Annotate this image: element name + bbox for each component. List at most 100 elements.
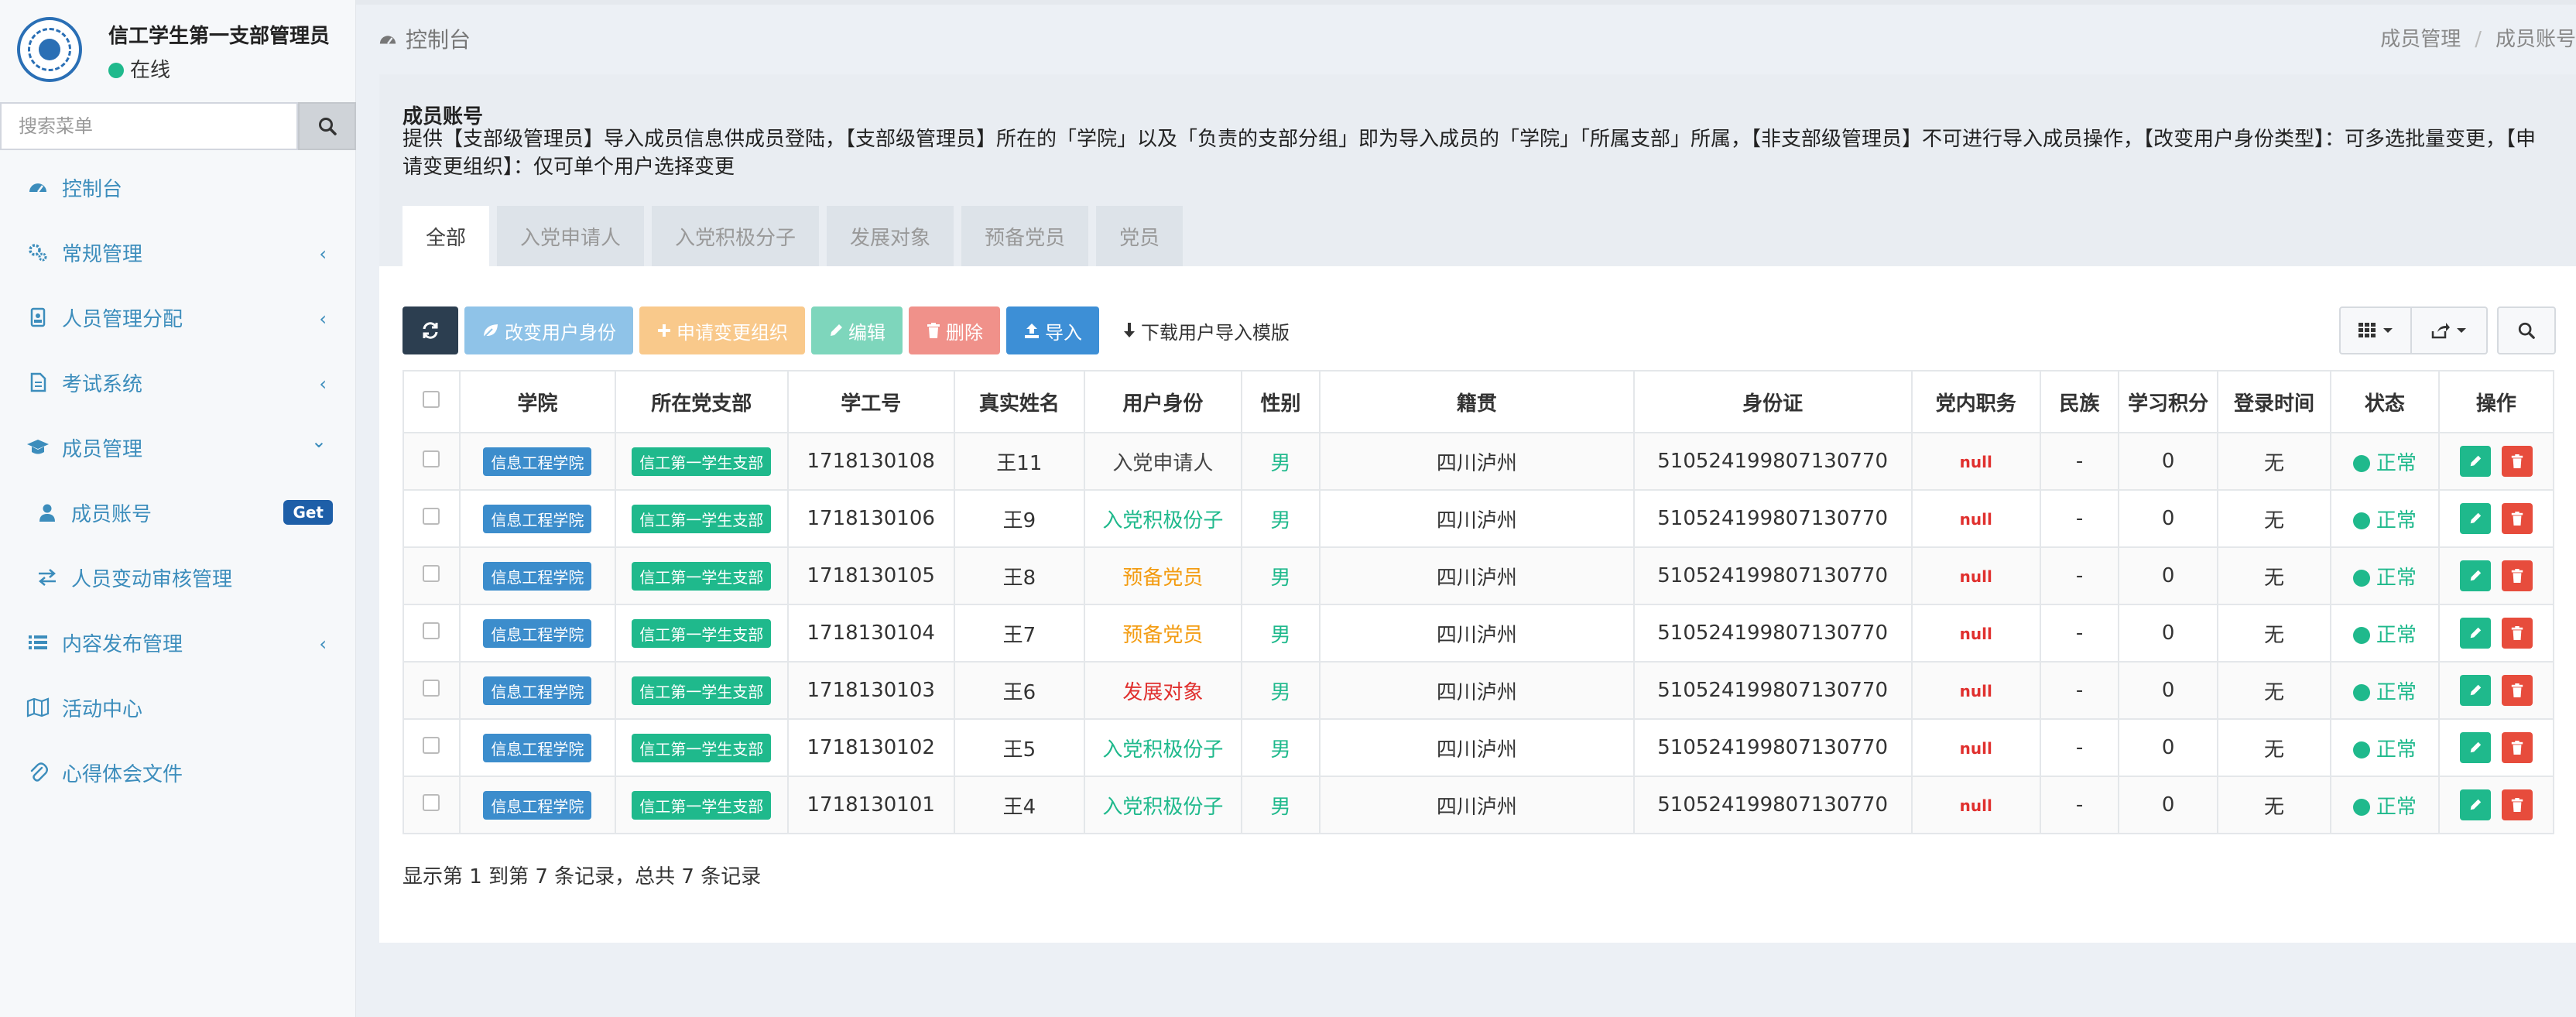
row-edit-button[interactable] [2459, 560, 2491, 591]
column-header[interactable]: 籍贯 [1319, 370, 1635, 433]
column-header[interactable]: 党内职务 [1910, 370, 2041, 433]
user-role-cell: 预备党员 [1084, 546, 1242, 605]
edit-button[interactable]: 编辑 [811, 306, 903, 354]
row-delete-button[interactable] [2502, 503, 2533, 534]
row-delete-button[interactable] [2502, 732, 2533, 763]
row-checkbox[interactable] [423, 680, 440, 697]
change-role-button[interactable]: 改变用户身份 [464, 306, 633, 354]
tab-party-member[interactable]: 党员 [1096, 206, 1184, 266]
columns-toggle-button[interactable] [2339, 306, 2412, 354]
sidebar-item-experience-files[interactable]: 心得体会文件 [0, 740, 356, 805]
tab-probationary-member[interactable]: 预备党员 [961, 206, 1089, 266]
sidebar-item-members[interactable]: 成员管理 ⌄ [0, 415, 356, 480]
menu-search-input[interactable] [0, 102, 298, 150]
row-delete-button[interactable] [2502, 675, 2533, 706]
student-id-cell: 1718130108 [786, 432, 955, 491]
breadcrumb-item[interactable]: 成员管理 [2380, 28, 2461, 51]
branch-cell: 信工第一学生支部 [614, 718, 789, 777]
import-button[interactable]: 导入 [1006, 306, 1099, 354]
menu-search-button[interactable] [298, 102, 356, 150]
column-header[interactable]: 学工号 [786, 370, 955, 433]
pencil-icon [2470, 512, 2481, 524]
sidebar-item-dashboard[interactable]: 控制台 [0, 155, 356, 220]
party-duty-cell: null [1910, 661, 2041, 720]
row-delete-button[interactable] [2502, 618, 2533, 649]
branch-cell: 信工第一学生支部 [614, 489, 789, 548]
column-header[interactable]: 学院 [458, 370, 616, 433]
table-row[interactable]: 信息工程学院 信工第一学生支部 1718130104 王7 预备党员 男 四川泸… [402, 604, 2555, 663]
leaf-icon [481, 322, 500, 339]
tab-development-target[interactable]: 发展对象 [827, 206, 954, 266]
column-header[interactable]: 民族 [2039, 370, 2120, 433]
tab-all[interactable]: 全部 [402, 206, 490, 266]
export-icon [2431, 323, 2450, 339]
row-edit-button[interactable] [2459, 618, 2491, 649]
row-checkbox[interactable] [423, 794, 440, 811]
dashboard-icon [378, 29, 398, 48]
sidebar-item-content-publish[interactable]: 内容发布管理 ‹ [0, 610, 356, 675]
row-checkbox[interactable] [423, 622, 440, 639]
sidebar-menu: 控制台 常规管理 ‹ 人员管理分配 ‹ 考试系统 ‹ 成员管理 ⌄ 成员账号 G… [0, 155, 356, 805]
column-header[interactable]: 用户身份 [1084, 370, 1242, 433]
status-dot-icon [2352, 454, 2370, 472]
row-edit-button[interactable] [2459, 675, 2491, 706]
tab-activist[interactable]: 入党积极分子 [652, 206, 820, 266]
real-name-cell: 王6 [953, 661, 1086, 720]
breadcrumb-item: 成员账号 [2495, 28, 2576, 51]
export-button[interactable] [2412, 306, 2488, 354]
login-time-cell: 无 [2216, 661, 2331, 720]
sidebar-item-activity-center[interactable]: 活动中心 [0, 675, 356, 740]
members-table: 学院 所在党支部 学工号 真实姓名 用户身份 性别 籍贯 身份证 党内职务 民族… [402, 370, 2555, 834]
table-row[interactable]: 信息工程学院 信工第一学生支部 1718130102 王5 入党积极份子 男 四… [402, 718, 2555, 777]
college-label: 信息工程学院 [483, 733, 592, 762]
sidebar-item-exam[interactable]: 考试系统 ‹ [0, 350, 356, 415]
user-role-cell: 发展对象 [1084, 661, 1242, 720]
row-checkbox[interactable] [423, 450, 440, 467]
row-delete-button[interactable] [2502, 560, 2533, 591]
branch-cell: 信工第一学生支部 [614, 546, 789, 605]
sidebar-item-routine[interactable]: 常规管理 ‹ [0, 220, 356, 285]
college-label: 信息工程学院 [483, 618, 592, 648]
table-row[interactable]: 信息工程学院 信工第一学生支部 1718130106 王9 入党积极份子 男 四… [402, 489, 2555, 548]
column-header[interactable]: 性别 [1240, 370, 1321, 433]
tab-applicant[interactable]: 入党申请人 [497, 206, 645, 266]
delete-button[interactable]: 删除 [909, 306, 1000, 354]
sidebar-item-change-review[interactable]: 人员变动审核管理 [0, 545, 356, 610]
table-search-button[interactable] [2497, 306, 2556, 354]
paperclip-icon [26, 761, 50, 784]
select-all-checkbox[interactable] [423, 391, 440, 408]
user-role-cell: 入党积极份子 [1084, 718, 1242, 777]
sidebar-item-staff-assign[interactable]: 人员管理分配 ‹ [0, 285, 356, 350]
apply-org-change-button[interactable]: 申请变更组织 [639, 306, 805, 354]
row-delete-button[interactable] [2502, 789, 2533, 820]
panel-description: 提供【支部级管理员】导入成员信息供成员登陆，【支部级管理员】所在的「学院」以及「… [402, 128, 2537, 179]
college-label: 信息工程学院 [483, 447, 592, 476]
gender-cell: 男 [1240, 661, 1321, 720]
table-row[interactable]: 信息工程学院 信工第一学生支部 1718130103 王6 发展对象 男 四川泸… [402, 661, 2555, 720]
row-edit-button[interactable] [2459, 503, 2491, 534]
column-header[interactable]: 所在党支部 [614, 370, 789, 433]
row-delete-button[interactable] [2502, 446, 2533, 477]
sidebar-item-member-accounts[interactable]: 成员账号 Get [0, 480, 356, 545]
column-header[interactable]: 学习积分 [2118, 370, 2218, 433]
trash-icon [2511, 569, 2523, 583]
table-row[interactable]: 信息工程学院 信工第一学生支部 1718130108 王11 入党申请人 男 四… [402, 432, 2555, 491]
column-header[interactable]: 真实姓名 [953, 370, 1086, 433]
user-role-cell: 入党积极份子 [1084, 489, 1242, 548]
download-template-link[interactable]: 下载用户导入模版 [1105, 306, 1307, 354]
row-edit-button[interactable] [2459, 732, 2491, 763]
table-row[interactable]: 信息工程学院 信工第一学生支部 1718130105 王8 预备党员 男 四川泸… [402, 546, 2555, 605]
column-header[interactable]: 状态 [2329, 370, 2440, 433]
column-header[interactable]: 登录时间 [2216, 370, 2331, 433]
row-checkbox[interactable] [423, 565, 440, 582]
row-checkbox[interactable] [423, 737, 440, 754]
filter-tabs: 全部 入党申请人 入党积极分子 发展对象 预备党员 党员 [402, 206, 1190, 266]
column-header[interactable]: 身份证 [1632, 370, 1913, 433]
row-checkbox[interactable] [423, 508, 440, 525]
refresh-button[interactable] [402, 306, 458, 354]
table-row[interactable]: 信息工程学院 信工第一学生支部 1718130101 王4 入党积极份子 男 四… [402, 776, 2555, 834]
actions-cell [2437, 776, 2555, 834]
user-panel: 信工学生第一支部管理员 在线 [0, 0, 356, 101]
row-edit-button[interactable] [2459, 446, 2491, 477]
row-edit-button[interactable] [2459, 789, 2491, 820]
